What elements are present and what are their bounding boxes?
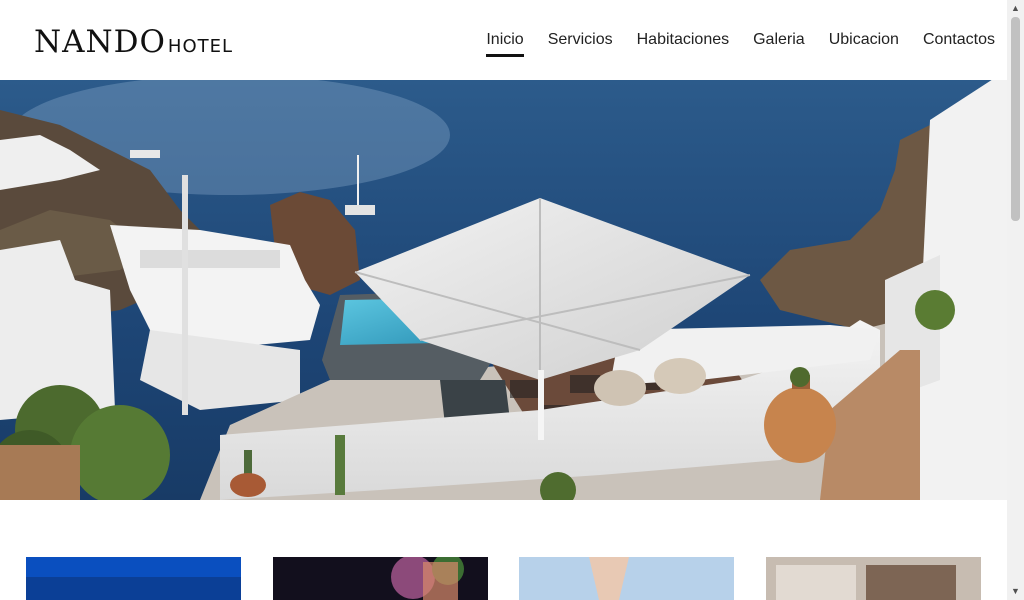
card-image	[273, 557, 488, 600]
brand-suffix: HOTEL	[167, 36, 234, 57]
card-room[interactable]	[766, 557, 981, 600]
card-drinks[interactable]	[273, 557, 488, 600]
nav-item-habitaciones[interactable]: Habitaciones	[637, 30, 730, 50]
nav-item-servicios[interactable]: Servicios	[548, 30, 613, 50]
nav-item-galeria[interactable]: Galeria	[753, 30, 805, 50]
site-header: NANDO HOTEL Inicio Servicios Habitaciones…	[0, 0, 1007, 80]
hero-illustration	[0, 80, 1007, 500]
brand-logo[interactable]: NANDO HOTEL	[34, 24, 233, 60]
brand-name: NANDO	[34, 24, 166, 60]
scroll-up-icon[interactable]: ▲	[1007, 0, 1024, 17]
card-image	[766, 557, 981, 600]
nav-item-ubicacion[interactable]: Ubicacion	[829, 30, 899, 50]
main-nav: Inicio Servicios Habitaciones Galeria Ub…	[486, 30, 995, 57]
card-sea[interactable]	[26, 557, 241, 600]
scroll-down-icon[interactable]: ▼	[1007, 583, 1024, 600]
feature-cards	[0, 557, 1007, 600]
card-spa[interactable]	[519, 557, 734, 600]
pot	[764, 387, 836, 463]
page: NANDO HOTEL Inicio Servicios Habitaciones…	[0, 0, 1007, 600]
card-image	[519, 557, 734, 600]
scroll-thumb[interactable]	[1011, 17, 1020, 221]
vertical-scrollbar[interactable]: ▲ ▼	[1007, 0, 1024, 600]
card-image	[26, 557, 241, 600]
nav-item-inicio[interactable]: Inicio	[486, 30, 525, 57]
nav-item-contactos[interactable]: Contactos	[923, 30, 995, 50]
hero-image	[0, 80, 1007, 500]
